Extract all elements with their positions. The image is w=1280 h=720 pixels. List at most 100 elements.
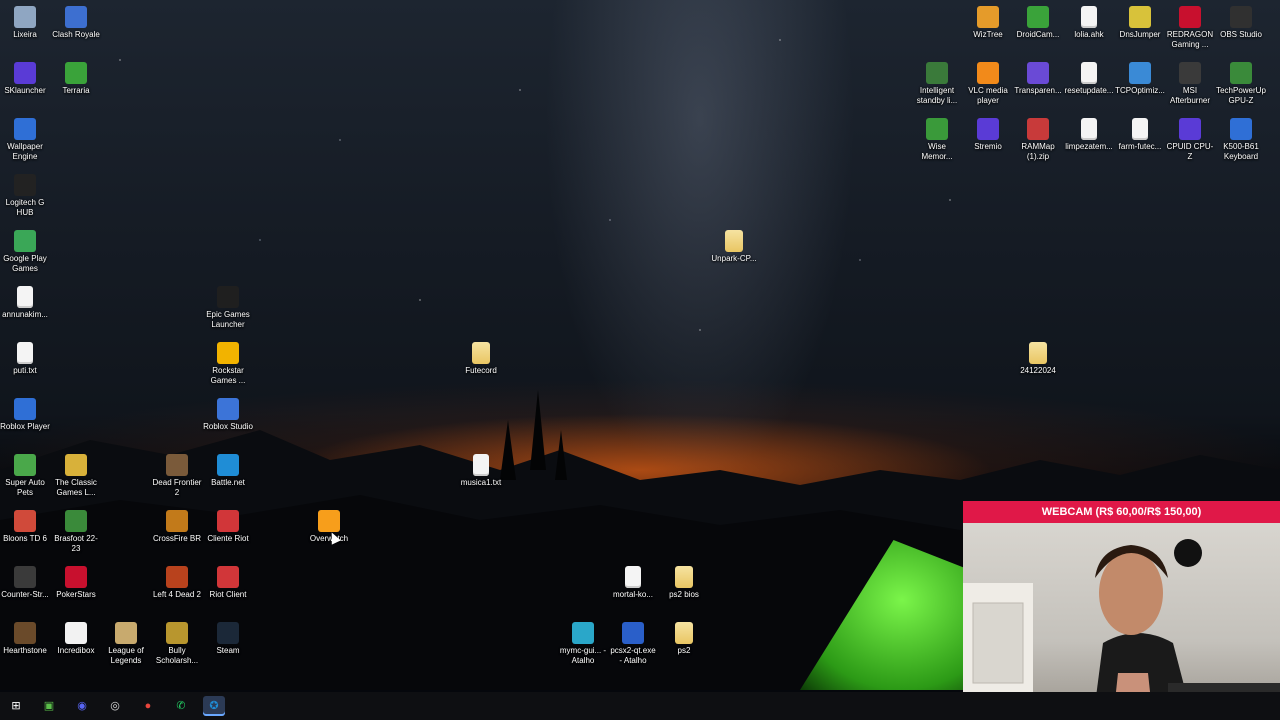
desktop-icon-wallpaper-engine[interactable]: Wallpaper Engine [0,118,50,162]
desktop-icon-limpezatem[interactable]: limpezatem... [1064,118,1114,152]
desktop-icon-label: Brasfoot 22-23 [54,534,98,553]
desktop-icon-musica1-txt[interactable]: musica1.txt [456,454,506,488]
desktop-icon-vlc-media-player[interactable]: VLC media player [963,62,1013,106]
taskbar: ⊞ ▣ ◉ ◎ ● ✆ ✪ [0,692,1280,720]
text-file-icon [625,566,641,588]
desktop-icon-brasfoot-22-23[interactable]: Brasfoot 22-23 [51,510,101,554]
desktop-icon-mortal-ko[interactable]: mortal-ko... [608,566,658,600]
desktop-icon-annunakim[interactable]: annunakim... [0,286,50,320]
sklauncher-icon [14,62,36,84]
taskbar-chrome-icon[interactable]: ● [137,696,159,716]
desktop-icon-bloons-td-6[interactable]: Bloons TD 6 [0,510,50,544]
desktop-icon-bully-scholarsh[interactable]: Bully Scholarsh... [152,622,202,666]
desktop-icon-pokerstars[interactable]: PokerStars [51,566,101,600]
taskbar-whatsapp-icon[interactable]: ✆ [170,696,192,716]
desktop-icon-label: Roblox Player [0,422,50,431]
desktop-icon-epic-games-launcher[interactable]: Epic Games Launcher [203,286,253,330]
pcsx2-icon [622,622,644,644]
desktop-icon-label: TCPOptimiz... [1115,86,1165,95]
desktop-icon-label: Futecord [465,366,497,375]
desktop-icon-crossfire-br[interactable]: CrossFire BR [152,510,202,544]
desktop-icon-counter-str[interactable]: Counter-Str... [0,566,50,600]
desktop-icon-google-play-games[interactable]: Google Play Games [0,230,50,274]
desktop-icon-label: Unpark-CP... [711,254,757,263]
taskbar-discord-icon[interactable]: ◉ [71,696,93,716]
desktop-icon-label: Hearthstone [3,646,47,655]
desktop-icon-obs-studio[interactable]: OBS Studio [1216,6,1266,40]
desktop-icon-terraria[interactable]: Terraria [51,62,101,96]
desktop-icon-label: limpezatem... [1065,142,1113,151]
logitech-icon [14,174,36,196]
desktop-icon-redragon-gaming[interactable]: REDRAGON Gaming ... [1165,6,1215,50]
desktop-icon-unpark-cp[interactable]: Unpark-CP... [709,230,759,264]
standby-icon [926,62,948,84]
desktop-icon-logitech-g-hub[interactable]: Logitech G HUB [0,174,50,218]
desktop-icon-battle-net[interactable]: Battle.net [203,454,253,488]
desktop-icon-lixeira[interactable]: Lixeira [0,6,50,40]
desktop-icon-wise-memor[interactable]: Wise Memor... [912,118,962,162]
desktop-icon-riot-client[interactable]: Riot Client [203,566,253,600]
league-icon [115,622,137,644]
desktop-icon-k500-b61-keyboard[interactable]: K500-B61 Keyboard [1216,118,1266,162]
desktop-icon-dead-frontier-2[interactable]: Dead Frontier 2 [152,454,202,498]
desktop-icon-24122024[interactable]: 24122024 [1013,342,1063,376]
desktop-icon-techpowerup-gpu-z[interactable]: TechPowerUp GPU-Z [1216,62,1266,106]
desktop-icon-lolia-ahk[interactable]: lolia.ahk [1064,6,1114,40]
desktop-icon-farm-futec[interactable]: farm-futec... [1115,118,1165,152]
desktop-icon-super-auto-pets[interactable]: Super Auto Pets [0,454,50,498]
play-games-icon [14,230,36,252]
desktop-icon-resetupdate[interactable]: resetupdate... [1064,62,1114,96]
desktop-icon-label: PokerStars [56,590,96,599]
desktop-icon-intelligent-standby-li[interactable]: Intelligent standby li... [912,62,962,106]
terraria-icon [65,62,87,84]
desktop-icon-tcpoptimiz[interactable]: TCPOptimiz... [1115,62,1165,96]
desktop-icon-cpuid-cpu-z[interactable]: CPUID CPU-Z [1165,118,1215,162]
taskbar-battlenet-icon[interactable]: ✪ [203,696,225,716]
webcam-person-image [963,539,1280,720]
desktop-icon-label: pcsx2-qt.exe - Atalho [610,646,656,665]
desktop-icon-ps2-bios[interactable]: ps2 bios [659,566,709,600]
desktop-icon-stremio[interactable]: Stremio [963,118,1013,152]
desktop-icon-label: SKlauncher [4,86,46,95]
crossfire-icon [166,510,188,532]
msi-icon [1179,62,1201,84]
desktop-icon-label: ps2 [677,646,691,655]
desktop-icon-label: mortal-ko... [612,590,653,599]
desktop-icon-roblox-studio[interactable]: Roblox Studio [203,398,253,432]
desktop-icon-label: puti.txt [13,366,37,375]
desktop-icon-futecord[interactable]: Futecord [456,342,506,376]
desktop-icon-sklauncher[interactable]: SKlauncher [0,62,50,96]
desktop-icon-league-of-legends[interactable]: League of Legends [101,622,151,666]
desktop-icon-rockstar-games[interactable]: Rockstar Games ... [203,342,253,386]
taskbar-app-green-icon[interactable]: ▣ [38,696,60,716]
desktop-icon-msi-afterburner[interactable]: MSI Afterburner [1165,62,1215,106]
desktop-icon-hearthstone[interactable]: Hearthstone [0,622,50,656]
desktop-icon-the-classic-games-l[interactable]: The Classic Games L... [51,454,101,498]
desktop-icon-label: REDRAGON Gaming ... [1166,30,1214,49]
desktop-icon-label: VLC media player [968,86,1008,105]
desktop-icon-label: Counter-Str... [1,590,49,599]
desktop-icon-roblox-player[interactable]: Roblox Player [0,398,50,432]
desktop-icon-clash-royale[interactable]: Clash Royale [51,6,101,40]
desktop-icon-mymc-gui-atalho[interactable]: mymc-gui... - Atalho [558,622,608,666]
desktop-icon-dnsjumper[interactable]: DnsJumper [1115,6,1165,40]
desktop-icon-ps2[interactable]: ps2 [659,622,709,656]
taskbar-start-icon[interactable]: ⊞ [5,696,27,716]
desktop-icon-pcsx2-qt-exe-atalho[interactable]: pcsx2-qt.exe - Atalho [608,622,658,666]
taskbar-obs-icon[interactable]: ◎ [104,696,126,716]
desktop-icon-puti-txt[interactable]: puti.txt [0,342,50,376]
desktop-icon-label: Left 4 Dead 2 [152,590,202,599]
desktop-icon-steam[interactable]: Steam [203,622,253,656]
desktop-icon-left-4-dead-2[interactable]: Left 4 Dead 2 [152,566,202,600]
desktop-icon-transparen[interactable]: Transparen... [1013,62,1063,96]
desktop-icon-cliente-riot[interactable]: Cliente Riot [203,510,253,544]
desktop-icon-incredibox[interactable]: Incredibox [51,622,101,656]
dnsjumper-icon [1129,6,1151,28]
desktop-icon-droidcam[interactable]: DroidCam... [1013,6,1063,40]
desktop-icon-label: Google Play Games [3,254,47,273]
desktop-icon-rammap-1-zip[interactable]: RAMMap (1).zip [1013,118,1063,162]
desktop-icon-wiztree[interactable]: WizTree [963,6,1013,40]
riot-icon [217,510,239,532]
classic-games-icon [65,454,87,476]
desktop-icon-label: Wallpaper Engine [7,142,43,161]
